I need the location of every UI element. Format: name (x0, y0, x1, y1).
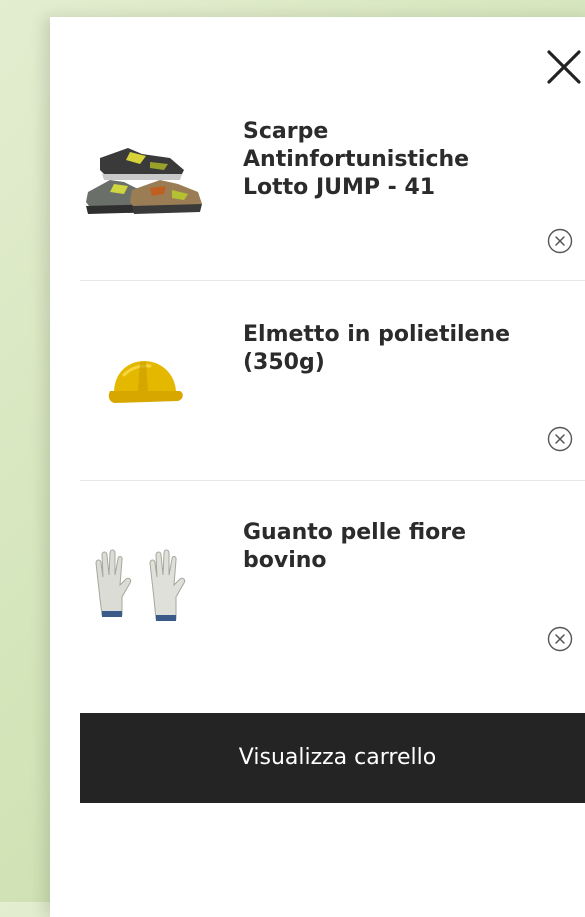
cart-item: Elmetto in polietilene (350g) (80, 321, 585, 520)
product-thumbnail[interactable] (80, 321, 210, 451)
product-name-link[interactable]: Elmetto in polietilene (350g) (243, 321, 513, 377)
product-name-link[interactable]: Scarpe Antinfortunistiche Lotto JUMP - 4… (243, 118, 513, 202)
product-name-link[interactable]: Guanto pelle fiore bovino (243, 519, 513, 575)
close-button[interactable] (544, 47, 584, 87)
remove-item-button[interactable] (547, 626, 573, 652)
product-thumbnail[interactable] (80, 519, 210, 649)
safety-helmet-icon (108, 361, 183, 403)
leather-gloves-icon (95, 549, 186, 621)
mini-cart-panel: Scarpe Antinfortunistiche Lotto JUMP - 4… (50, 17, 585, 917)
cart-item: Scarpe Antinfortunistiche Lotto JUMP - 4… (80, 118, 585, 317)
view-cart-button[interactable]: Visualizza carrello (80, 713, 585, 803)
cart-item: Guanto pelle fiore bovino (80, 519, 585, 718)
remove-circle-icon[interactable] (547, 426, 573, 452)
divider (80, 280, 585, 281)
remove-circle-icon[interactable] (547, 626, 573, 652)
divider (80, 480, 585, 481)
remove-item-button[interactable] (547, 228, 573, 254)
close-icon[interactable] (544, 47, 584, 87)
remove-item-button[interactable] (547, 426, 573, 452)
safety-shoes-icon (86, 148, 202, 214)
product-thumbnail[interactable] (80, 118, 210, 248)
remove-circle-icon[interactable] (547, 228, 573, 254)
